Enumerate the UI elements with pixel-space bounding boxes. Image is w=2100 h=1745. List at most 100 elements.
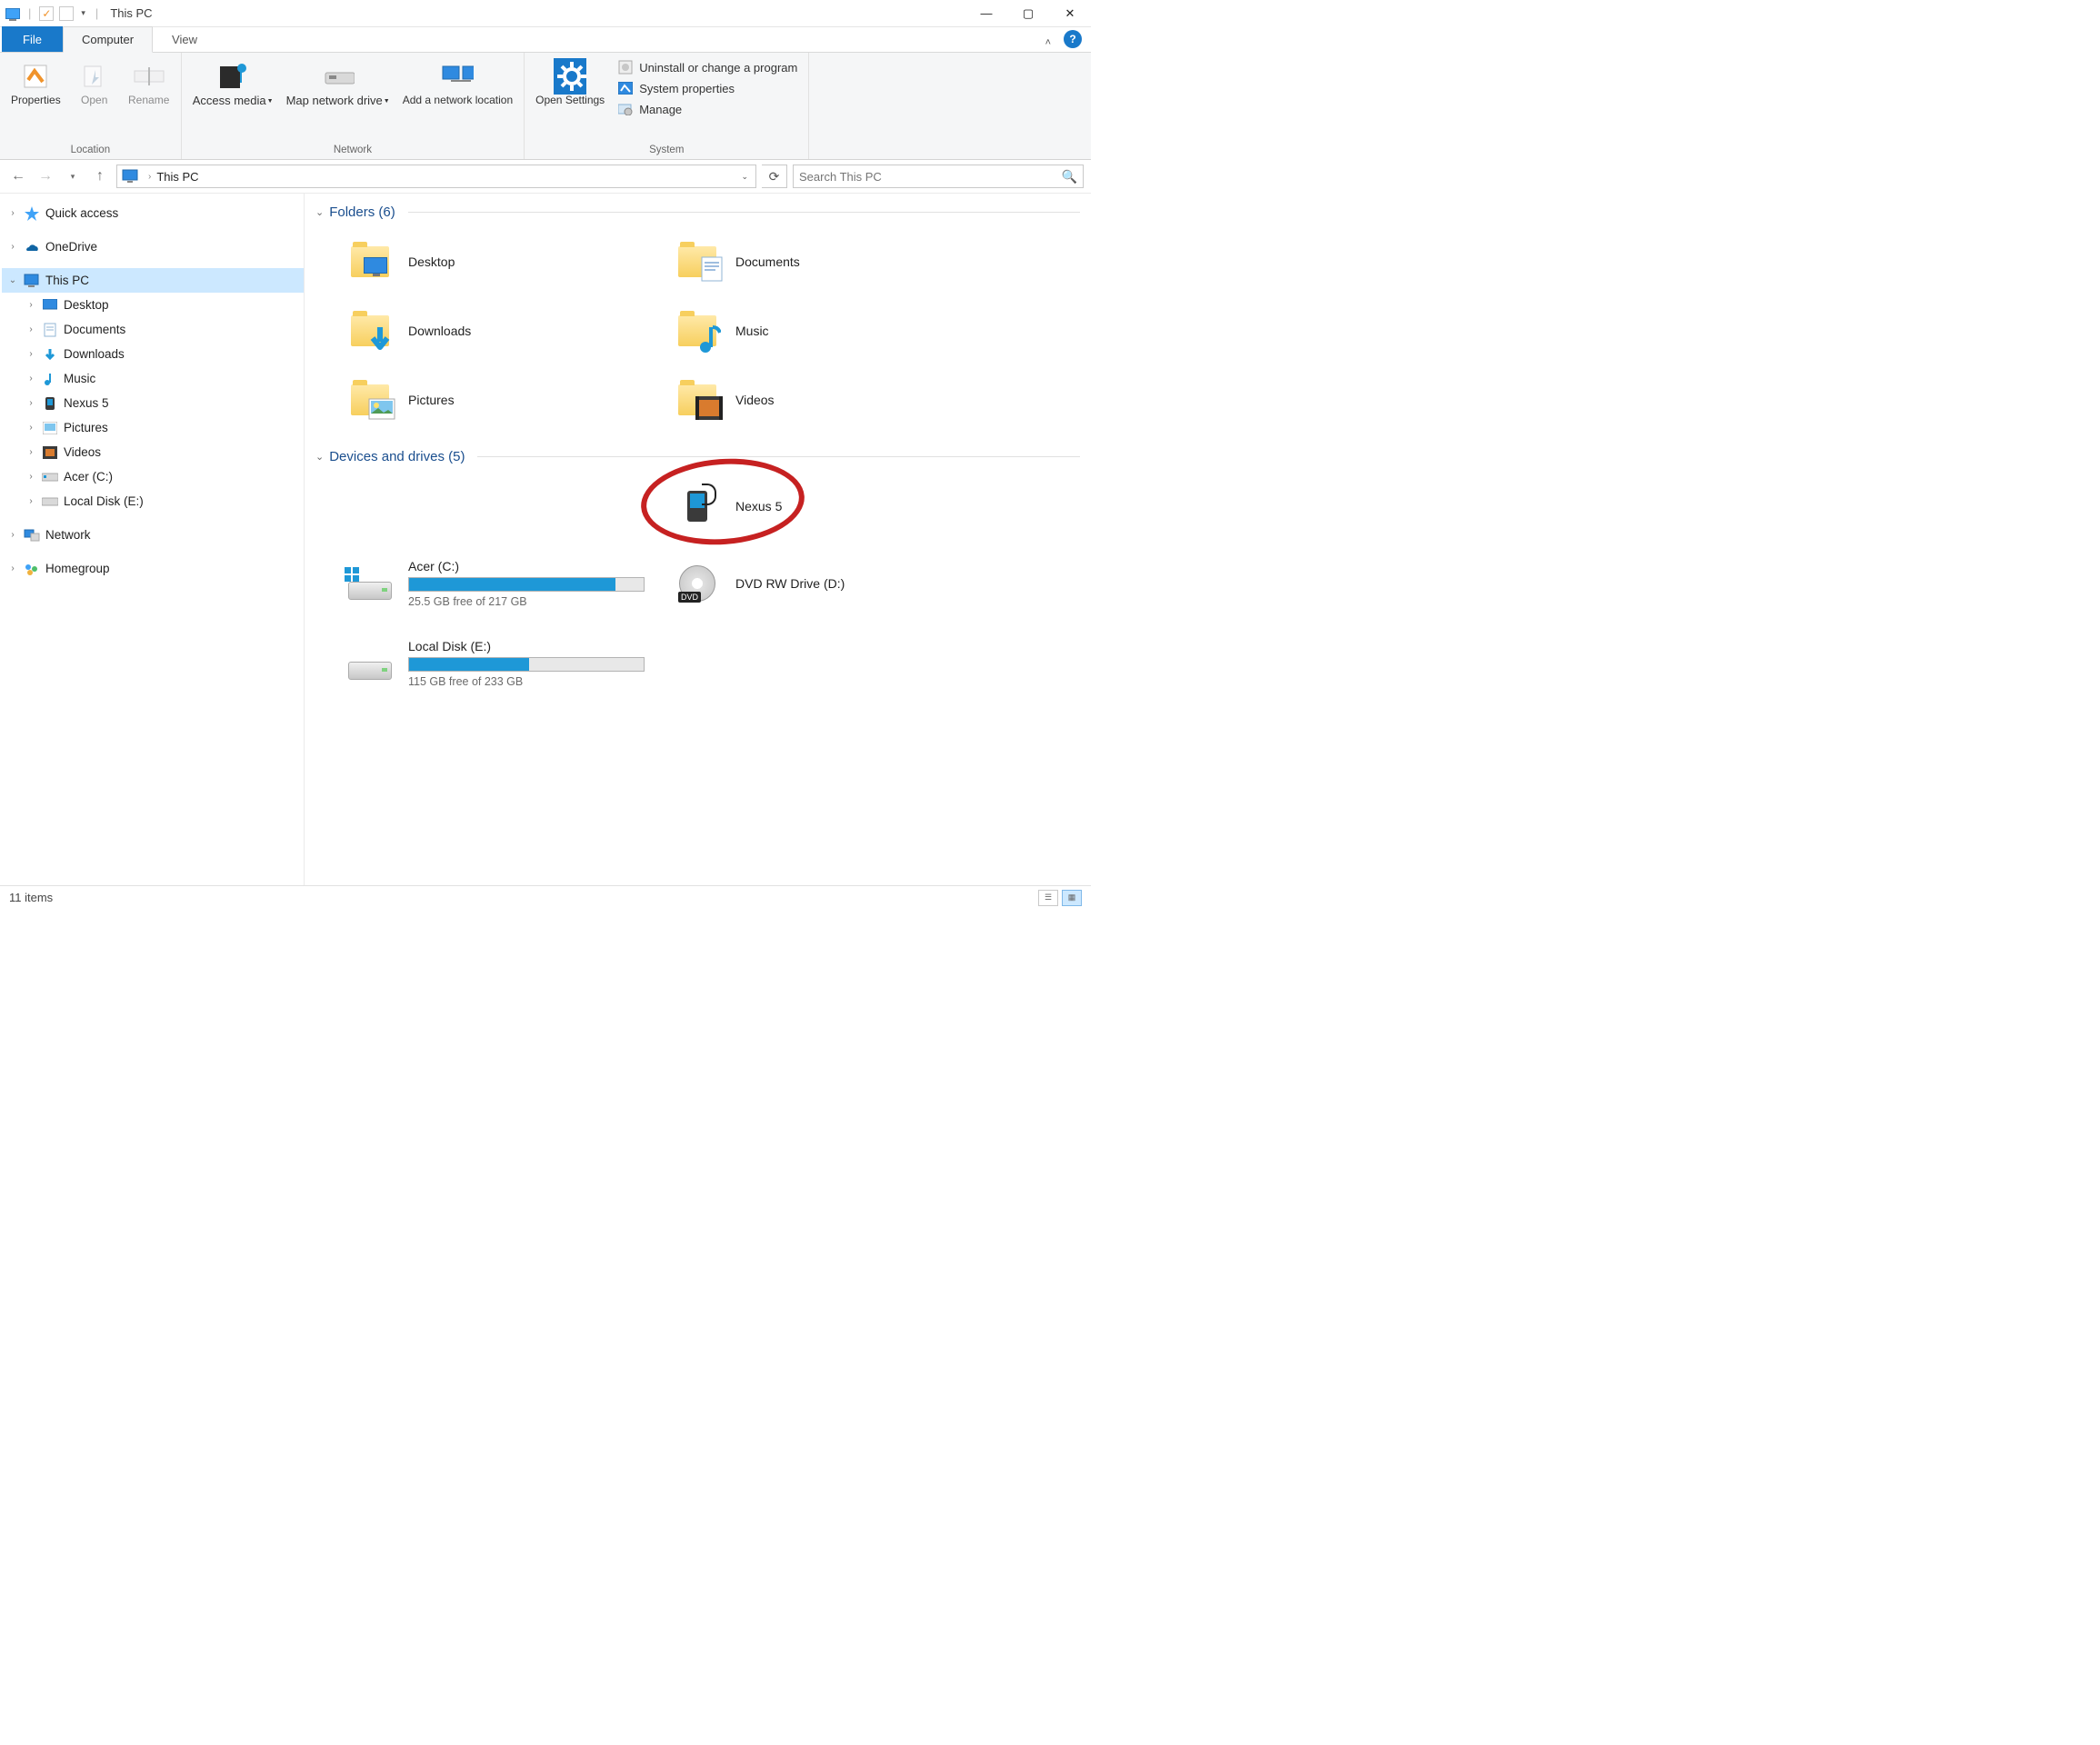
expand-icon[interactable]: ›: [7, 208, 18, 218]
desktop-folder-icon: [345, 240, 395, 284]
tab-file[interactable]: File: [2, 26, 63, 52]
drive-local-e[interactable]: Local Disk (E:) 115 GB free of 233 GB: [341, 635, 668, 692]
drive-acer-c[interactable]: Acer (C:) 25.5 GB free of 217 GB: [341, 555, 668, 612]
qat-newfolder-icon[interactable]: [59, 6, 74, 21]
collapse-icon[interactable]: ⌄: [315, 206, 324, 218]
folder-downloads[interactable]: Downloads: [341, 305, 668, 356]
device-nexus5[interactable]: Nexus 5: [668, 481, 995, 532]
music-folder-icon: [672, 309, 723, 353]
os-drive-icon: [345, 562, 395, 605]
maximize-button[interactable]: ▢: [1007, 0, 1049, 27]
expand-icon[interactable]: ›: [7, 530, 18, 540]
breadcrumb-this-pc[interactable]: This PC: [155, 170, 200, 184]
videos-folder-icon: [672, 378, 723, 422]
folder-music[interactable]: Music: [668, 305, 995, 356]
manage-button[interactable]: Manage: [615, 100, 799, 118]
group-folders-header[interactable]: ⌄ Folders (6): [305, 199, 1091, 225]
search-icon[interactable]: 🔍: [1062, 169, 1077, 184]
qat-properties-icon[interactable]: [39, 6, 54, 21]
expand-icon[interactable]: ›: [7, 242, 18, 252]
address-history-dropdown[interactable]: ⌄: [734, 172, 755, 182]
homegroup-icon: [24, 561, 40, 577]
nav-nexus5[interactable]: ›Nexus 5: [2, 391, 304, 415]
navigation-row: ← → ▾ ↑ › This PC ⌄ ⟳ 🔍: [0, 160, 1091, 193]
uninstall-program-button[interactable]: Uninstall or change a program: [615, 58, 799, 76]
collapse-icon[interactable]: ⌄: [315, 451, 324, 463]
folder-videos[interactable]: Videos: [668, 374, 995, 425]
back-button[interactable]: ←: [7, 165, 29, 187]
forward-button[interactable]: →: [35, 165, 56, 187]
pictures-folder-icon: [345, 378, 395, 422]
documents-folder-icon: [672, 240, 723, 284]
tab-computer[interactable]: Computer: [63, 26, 153, 53]
help-button[interactable]: ?: [1064, 30, 1082, 48]
nav-videos[interactable]: ›Videos: [2, 440, 304, 464]
system-properties-icon: [617, 81, 634, 95]
search-input[interactable]: [799, 170, 1062, 184]
nav-pictures[interactable]: ›Pictures: [2, 415, 304, 440]
up-button[interactable]: ↑: [89, 165, 111, 187]
uninstall-icon: [617, 60, 634, 75]
expand-icon[interactable]: ›: [7, 563, 18, 573]
access-media-button[interactable]: Access media▼: [187, 56, 279, 143]
view-tiles-button[interactable]: ▦: [1062, 890, 1082, 906]
map-network-drive-button[interactable]: Map network drive▼: [281, 56, 395, 143]
status-bar: 11 items ☰ ▦: [0, 885, 1091, 909]
properties-button[interactable]: Properties: [5, 56, 66, 143]
folder-desktop[interactable]: Desktop: [341, 236, 668, 287]
map-drive-icon: [322, 60, 355, 93]
folder-pictures[interactable]: Pictures: [341, 374, 668, 425]
address-bar[interactable]: › This PC ⌄: [116, 165, 756, 188]
ribbon-collapse-button[interactable]: ˄: [1036, 34, 1060, 52]
nav-music[interactable]: ›Music: [2, 366, 304, 391]
onedrive-icon: [24, 239, 40, 255]
downloads-icon: [42, 346, 58, 363]
this-pc-icon: [121, 169, 141, 184]
add-network-location-button[interactable]: Add a network location: [397, 56, 518, 143]
open-settings-button[interactable]: Open Settings: [530, 56, 610, 143]
nav-this-pc[interactable]: ⌄ This PC: [2, 268, 304, 293]
nav-desktop[interactable]: ›Desktop: [2, 293, 304, 317]
nav-network[interactable]: › Network: [2, 523, 304, 547]
drive-icon: [42, 494, 58, 510]
rename-button[interactable]: Rename: [123, 56, 175, 143]
nav-homegroup[interactable]: › Homegroup: [2, 556, 304, 581]
separator: |: [25, 6, 34, 20]
properties-icon: [19, 60, 52, 93]
navigation-pane: › Quick access › OneDrive ⌄ This PC ›Des…: [0, 194, 305, 885]
status-item-count: 11 items: [9, 891, 53, 904]
collapse-icon[interactable]: ⌄: [7, 275, 18, 285]
music-icon: [42, 371, 58, 387]
folder-documents[interactable]: Documents: [668, 236, 995, 287]
drive-dvd-d[interactable]: DVD RW Drive (D:): [668, 555, 995, 612]
ribbon-group-location: Properties Open Rename Location: [0, 53, 182, 159]
rename-icon: [133, 60, 165, 93]
breadcrumb-chevron-icon[interactable]: ›: [145, 172, 155, 182]
nav-acer-c[interactable]: ›Acer (C:): [2, 464, 304, 489]
nav-quick-access[interactable]: › Quick access: [2, 201, 304, 225]
recent-locations-button[interactable]: ▾: [62, 165, 84, 187]
nav-documents[interactable]: ›Documents: [2, 317, 304, 342]
videos-icon: [42, 444, 58, 461]
downloads-folder-icon: [345, 309, 395, 353]
view-details-button[interactable]: ☰: [1038, 890, 1058, 906]
nav-local-e[interactable]: ›Local Disk (E:): [2, 489, 304, 514]
tab-view[interactable]: View: [153, 26, 216, 52]
qat-customize-dropdown[interactable]: ▾: [79, 8, 87, 18]
separator: |: [93, 6, 101, 20]
nav-onedrive[interactable]: › OneDrive: [2, 234, 304, 259]
refresh-button[interactable]: ⟳: [762, 165, 787, 188]
open-button[interactable]: Open: [68, 56, 121, 143]
nav-downloads[interactable]: ›Downloads: [2, 342, 304, 366]
window-title: This PC: [106, 6, 152, 20]
system-properties-button[interactable]: System properties: [615, 79, 799, 97]
quick-access-icon: [24, 205, 40, 222]
ribbon-group-network: Access media▼ Map network drive▼ Add a n…: [182, 53, 525, 159]
portable-device-icon: [672, 484, 723, 528]
minimize-button[interactable]: —: [965, 0, 1007, 27]
search-box[interactable]: 🔍: [793, 165, 1084, 188]
close-button[interactable]: ✕: [1049, 0, 1091, 27]
documents-icon: [42, 322, 58, 338]
drive-icon: [42, 469, 58, 485]
group-devices-header[interactable]: ⌄ Devices and drives (5): [305, 444, 1091, 470]
